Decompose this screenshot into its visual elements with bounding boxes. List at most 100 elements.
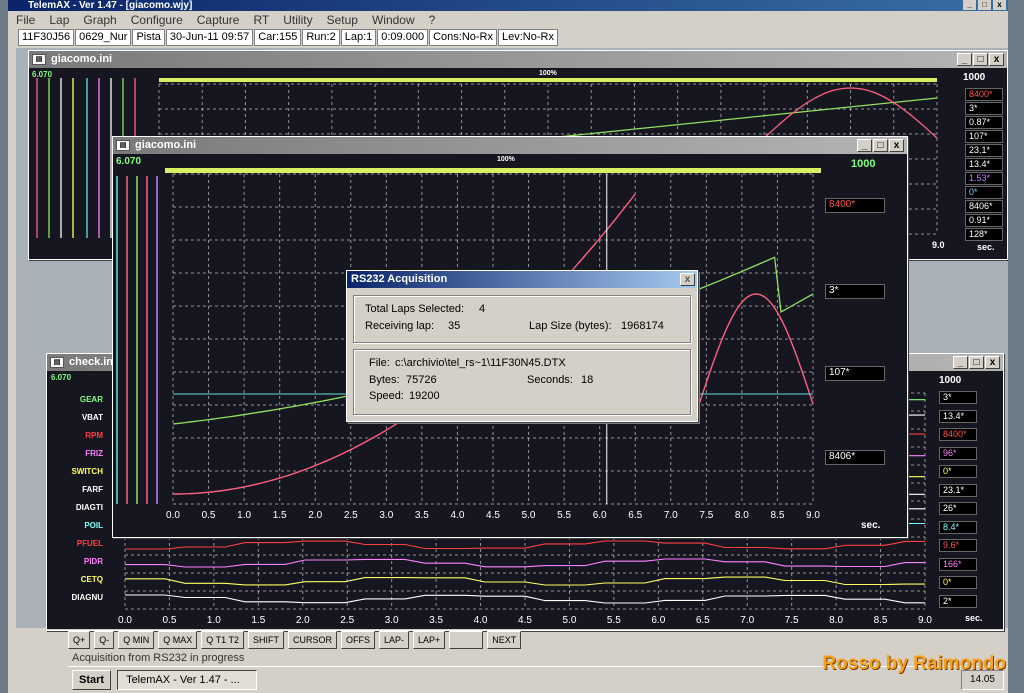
- value-box: 23.1*: [939, 483, 977, 497]
- total-laps-label: Total Laps Selected:: [365, 303, 465, 315]
- value-box: 8400*: [825, 198, 885, 213]
- taskbar-item-telemax[interactable]: TelemAX - Ver 1.47 - ...: [117, 670, 258, 690]
- value-box: 3*: [939, 391, 977, 404]
- menu-item-capture[interactable]: Capture: [197, 13, 240, 27]
- seconds-label: Seconds:: [527, 374, 573, 386]
- x-tick-label: 0.5: [202, 510, 216, 521]
- app-icon: ▤: [32, 54, 46, 65]
- toolbar-button[interactable]: Q MIN: [118, 631, 155, 649]
- receiving-lap-label: Receiving lap:: [365, 320, 435, 332]
- x-tick-label: 6.5: [628, 510, 642, 521]
- value-box: 166*: [939, 557, 977, 571]
- value-box: 23.1*: [965, 144, 1003, 157]
- value-box: 0.91*: [965, 214, 1003, 227]
- close-button[interactable]: x: [889, 139, 904, 152]
- x-tick-label: 7.0: [740, 615, 754, 626]
- menu-item-window[interactable]: Window: [372, 13, 415, 27]
- channel-label: PIDR: [83, 557, 103, 566]
- x-tick-label: 5.5: [607, 615, 621, 626]
- toolbar-button[interactable]: Q MAX: [158, 631, 198, 649]
- value-box: 1.53*: [965, 172, 1003, 185]
- toolbar-button[interactable]: LAP-: [378, 631, 409, 649]
- info-field: 11F30J56: [18, 29, 75, 46]
- value-box: 13.4*: [939, 409, 977, 423]
- close-button[interactable]: x: [985, 356, 1000, 369]
- toolbar-button[interactable]: NEXT: [487, 631, 522, 649]
- x-tick-label: 6.0: [593, 510, 607, 521]
- x-tick-label: 2.0: [296, 615, 310, 626]
- total-laps-value: 4: [479, 303, 486, 315]
- minimize-button[interactable]: _: [963, 0, 976, 10]
- dialog-title-bar[interactable]: RS232 Acquisition x: [347, 271, 697, 288]
- minimize-button[interactable]: _: [957, 53, 972, 66]
- menu-item-file[interactable]: File: [16, 13, 35, 27]
- maximize-button[interactable]: □: [873, 139, 888, 152]
- toolbar-button[interactable]: OFFS: [340, 631, 375, 649]
- menu-item-q[interactable]: ?: [429, 13, 436, 27]
- app-title: TelemAX - Ver 1.47 - [giacomo.wjy]: [28, 0, 193, 11]
- info-field: Lap:1: [340, 29, 377, 46]
- rs232-acquisition-dialog[interactable]: RS232 Acquisition x Total Laps Selected:…: [346, 270, 698, 422]
- channel-label: POIL: [84, 521, 103, 530]
- menu-item-configure[interactable]: Configure: [131, 13, 183, 27]
- maximize-button[interactable]: □: [969, 356, 984, 369]
- toolbar-button[interactable]: CURSOR: [287, 631, 337, 649]
- window-title-bar[interactable]: ▤ giacomo.ini _ □ x: [29, 51, 1007, 68]
- minimize-button[interactable]: _: [857, 139, 872, 152]
- menu-item-setup[interactable]: Setup: [327, 13, 358, 27]
- channel-label: FRIZ: [85, 449, 103, 458]
- start-button[interactable]: Start: [72, 670, 112, 690]
- info-field: Pista: [132, 29, 165, 46]
- bytes-value: 75726: [406, 374, 437, 386]
- channel-label: SWITCH: [71, 467, 103, 476]
- menu-item-graph[interactable]: Graph: [83, 13, 116, 27]
- close-button[interactable]: x: [993, 0, 1006, 10]
- x-tick-label: 0.0: [166, 510, 180, 521]
- photographer-watermark: Rosso by Raimondo: [822, 653, 1006, 674]
- toolbar-button[interactable]: Q T1 T2: [201, 631, 244, 649]
- zoom-bar: [165, 168, 821, 173]
- minimize-button[interactable]: _: [953, 356, 968, 369]
- value-box: 8400*: [939, 428, 977, 441]
- x-tick-label: 2.5: [344, 510, 358, 521]
- lap-size-label: Lap Size (bytes):: [529, 320, 612, 332]
- value-box: 107*: [965, 130, 1003, 143]
- toolbar-button[interactable]: [449, 631, 484, 649]
- value-box: 13.4*: [965, 158, 1003, 171]
- menu-item-rt[interactable]: RT: [253, 13, 269, 27]
- toolbar-button[interactable]: SHIFT: [247, 631, 284, 649]
- maximize-button[interactable]: □: [978, 0, 991, 10]
- value-box: 8400*: [965, 88, 1003, 101]
- window-title-bar[interactable]: ▤ giacomo.ini _ □ x: [113, 137, 907, 154]
- x-tick-label: 8.0: [829, 615, 843, 626]
- maximize-button[interactable]: □: [973, 53, 988, 66]
- x-tick-label: 3.5: [429, 615, 443, 626]
- value-box: 8406*: [825, 450, 885, 465]
- top-right-value: 1000: [963, 72, 986, 83]
- window-title: giacomo.ini: [51, 53, 113, 65]
- toolbar-button[interactable]: Q-: [94, 631, 115, 649]
- value-box: 8.4*: [939, 520, 977, 534]
- menu-item-lap[interactable]: Lap: [49, 13, 69, 27]
- x-tick-label: 3.5: [415, 510, 429, 521]
- x-tick-label: 6.0: [651, 615, 665, 626]
- window-title: check.ini: [69, 356, 117, 368]
- dialog-close-button[interactable]: x: [680, 273, 695, 286]
- x-tick-label: 7.5: [699, 510, 713, 521]
- x-tick-label: 4.5: [486, 510, 500, 521]
- menu-item-utility[interactable]: Utility: [283, 13, 312, 27]
- app-icon: ▤: [116, 140, 130, 151]
- toolbar-button[interactable]: Q+: [68, 631, 91, 649]
- close-button[interactable]: x: [989, 53, 1004, 66]
- graph-toolbar: Q+ Q- Q MIN Q MAX Q T1 T2 SHIFT CURSOR OFFS LAP-…: [68, 630, 1008, 650]
- receiving-lap-value: 35: [448, 320, 461, 332]
- channel-label: FARF: [82, 485, 103, 494]
- x-tick-label: 8.5: [874, 615, 888, 626]
- x-tick-label: 5.0: [522, 510, 536, 521]
- mdi-area: ▤ giacomo.ini _ □ x 6.070 100% 1000 8400* 3…: [16, 48, 1008, 631]
- value-box: 3*: [965, 102, 1003, 115]
- channel-label: RPM: [85, 431, 103, 440]
- x-tick-label: 9.0: [806, 510, 820, 521]
- x-tick-label: 1.0: [207, 615, 221, 626]
- toolbar-button[interactable]: LAP+: [413, 631, 446, 649]
